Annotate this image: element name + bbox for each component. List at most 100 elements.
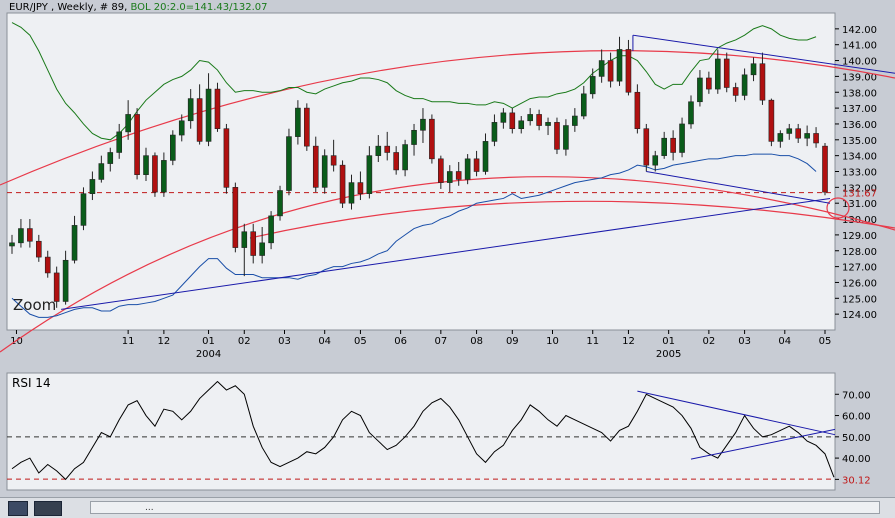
candle-up [572, 115, 578, 126]
candle-up [80, 193, 87, 226]
candle-up [366, 155, 373, 194]
symbol-label: EUR/JPY , Weekly, # 89, [9, 2, 128, 13]
candle-down [759, 63, 766, 101]
rsi-tick-label: 40.00 [842, 454, 871, 465]
candle-up [411, 129, 417, 145]
candle-up [616, 49, 623, 82]
rsi-tick-label: 50.00 [842, 433, 871, 444]
price-tick-label: 128.00 [842, 247, 877, 258]
candle-up [741, 74, 748, 96]
candle-up [697, 77, 703, 103]
candle-up [295, 107, 301, 137]
date-tick-label: 10 [546, 336, 559, 347]
candle-down [473, 158, 480, 172]
taskbar: ... [0, 497, 895, 518]
price-tick-label: 127.00 [842, 263, 877, 274]
candle-up [178, 120, 185, 136]
price-tick-label: 137.00 [842, 104, 877, 115]
candle-up [321, 155, 328, 188]
candle-up [107, 152, 114, 164]
candle-up [205, 88, 212, 142]
candle-up [277, 190, 283, 217]
candle-down [723, 58, 730, 88]
candle-up [527, 114, 533, 122]
date-tick-label: 02 [702, 336, 715, 347]
candle-up [18, 228, 24, 244]
candle-up [375, 145, 382, 156]
candle-up [804, 133, 810, 139]
candle-up [491, 122, 498, 142]
candle-down [670, 137, 676, 153]
candle-down [429, 118, 435, 160]
date-tick-label: 02 [238, 336, 251, 347]
candle-up [563, 125, 569, 150]
candle-down [357, 182, 364, 194]
candle-down [304, 107, 310, 147]
candle-down [822, 145, 828, 193]
date-tick-label: 07 [434, 336, 447, 347]
date-tick-label: 05 [354, 336, 367, 347]
candle-down [214, 88, 221, 130]
price-tick-label: 125.00 [842, 294, 877, 305]
window-icon-button[interactable] [8, 501, 28, 516]
candle-up [161, 160, 167, 193]
price-tick-label: 136.00 [842, 120, 877, 131]
date-tick-label: 11 [122, 336, 135, 347]
candle-up [652, 155, 659, 166]
candle-up [62, 259, 69, 302]
price-tick-label: 138.00 [842, 88, 877, 99]
chart-workspace: 124.00125.00126.00127.00128.00129.00130.… [0, 0, 895, 497]
candle-up [598, 60, 605, 77]
candle-up [545, 122, 551, 126]
candle-up [446, 171, 453, 183]
candle-down [312, 145, 319, 188]
candle-up [286, 136, 292, 191]
candle-down [643, 128, 650, 166]
candle-up [348, 182, 355, 204]
candle-down [196, 98, 203, 142]
bollinger-label: BOL 20:2.0=141.43/132.07 [130, 2, 268, 13]
candle-up [679, 123, 685, 153]
rsi-title: RSI 14 [12, 376, 51, 390]
candle-up [482, 141, 489, 172]
price-tick-label: 133.00 [842, 168, 877, 179]
candle-down [732, 87, 739, 96]
price-tick-label: 135.00 [842, 136, 877, 147]
candle-up [71, 225, 78, 261]
year-label: 2004 [196, 349, 221, 360]
date-tick-label: 05 [819, 336, 832, 347]
candle-up [786, 128, 793, 134]
year-label: 2005 [656, 349, 681, 360]
date-tick-label: 04 [318, 336, 331, 347]
date-tick-label: 11 [586, 336, 599, 347]
price-tick-label: 126.00 [842, 278, 877, 289]
layout-icon-button[interactable] [34, 501, 62, 516]
candle-up [9, 242, 15, 247]
candle-up [777, 133, 784, 142]
rsi-panel [6, 372, 836, 491]
candle-up [89, 179, 96, 194]
candle-up [420, 118, 426, 131]
rsi-tick-label: 60.00 [842, 412, 871, 423]
candle-down [706, 77, 712, 90]
candle-down [330, 155, 337, 166]
candle-down [152, 155, 158, 193]
candle-down [795, 128, 801, 139]
candle-down [250, 231, 257, 256]
price-tick-label: 142.00 [842, 25, 877, 36]
price-tick-label: 131.00 [842, 199, 877, 210]
date-tick-label: 09 [506, 336, 519, 347]
candle-down [536, 114, 542, 126]
candle-down [625, 49, 632, 93]
candle-up [187, 98, 194, 122]
candle-down [634, 91, 641, 130]
price-tick-label: 141.00 [842, 41, 877, 52]
date-tick-label: 01 [662, 336, 675, 347]
candle-down [223, 128, 230, 188]
candle-down [768, 99, 775, 142]
candle-up [116, 131, 123, 153]
chart-title: EUR/JPY , Weekly, # 89, BOL 20:2.0=141.4… [9, 2, 268, 13]
zoom-label[interactable]: Zoom [13, 296, 56, 314]
candle-down [232, 187, 239, 248]
taskbar-field: ... [90, 501, 880, 514]
